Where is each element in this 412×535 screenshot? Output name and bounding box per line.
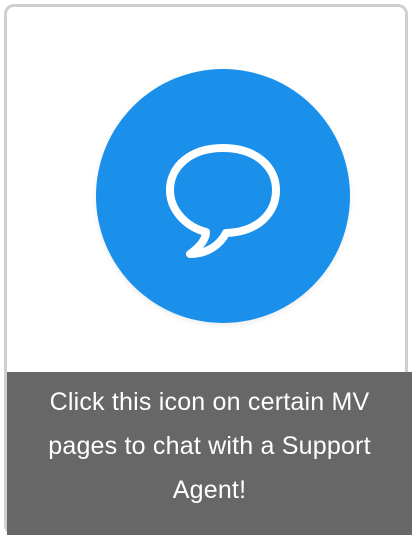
chat-bubble-icon: [166, 144, 280, 258]
chat-icon-button[interactable]: [96, 69, 350, 323]
caption-text: Click this icon on certain MV pages to c…: [7, 372, 412, 535]
